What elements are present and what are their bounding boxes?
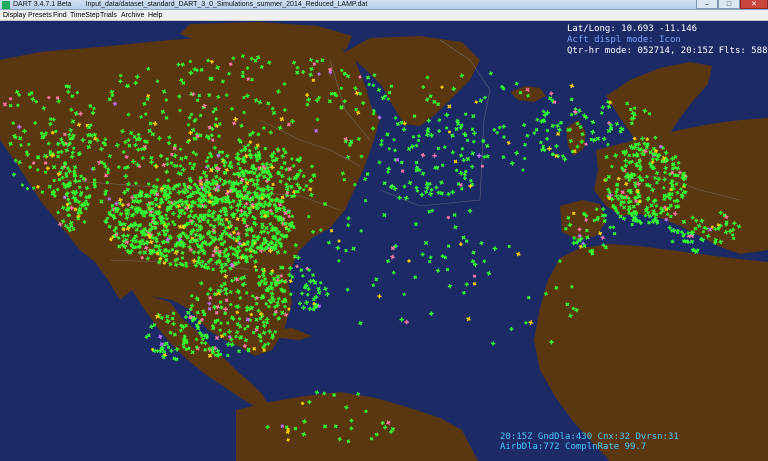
title-bar[interactable]: DART 3.4.7.1 Beta Input_data/dataset_stan… <box>0 0 768 10</box>
stats-line-1: 20:15Z GndDla:430 Cnx:32 Dvrsn:31 <box>500 432 679 442</box>
stats-line-2: AirbDla:772 ComplnRate 99.7 <box>500 442 647 452</box>
latlong-readout: Lat/Long: 10.693 -11.146 <box>567 24 698 34</box>
menu-presets[interactable]: Presets <box>28 10 52 21</box>
flight-map[interactable] <box>0 21 768 461</box>
hud-top-right: Lat/Long: 10.693 -11.146 Acft displ mode… <box>567 24 768 57</box>
hud-bottom-right: 20:15Z GndDla:430 Cnx:32 Dvrsn:31 AirbDl… <box>500 432 679 452</box>
maximize-icon: □ <box>726 1 732 8</box>
close-button[interactable]: ✕ <box>740 0 768 9</box>
minimize-icon: – <box>705 1 709 8</box>
app-icon <box>2 1 10 9</box>
app-title: DART 3.4.7.1 Beta <box>13 1 72 8</box>
maximize-button[interactable]: □ <box>718 0 740 9</box>
menu-archive[interactable]: Archive <box>121 10 144 21</box>
acft-mode-readout: Acft displ mode: Icon <box>567 35 681 45</box>
close-icon: ✕ <box>751 1 757 8</box>
menu-bar: Display Presets Find TimeStep Trials Arc… <box>0 10 768 21</box>
window-title: DART 3.4.7.1 Beta Input_data/dataset_stan… <box>13 0 367 10</box>
menu-help[interactable]: Help <box>148 10 162 21</box>
dart-window: DART 3.4.7.1 Beta Input_data/dataset_stan… <box>0 0 768 461</box>
file-path: Input_data/dataset_standard_DART_3_0_Sim… <box>85 1 368 8</box>
menu-display[interactable]: Display <box>3 10 26 21</box>
menu-trials[interactable]: Trials <box>100 10 117 21</box>
menu-timestep[interactable]: TimeStep <box>70 10 100 21</box>
minimize-button[interactable]: – <box>696 0 718 9</box>
menu-find[interactable]: Find <box>53 10 67 21</box>
qtr-hr-readout: Qtr-hr mode: 052714, 20:15Z Flts: 5881 <box>567 46 768 56</box>
